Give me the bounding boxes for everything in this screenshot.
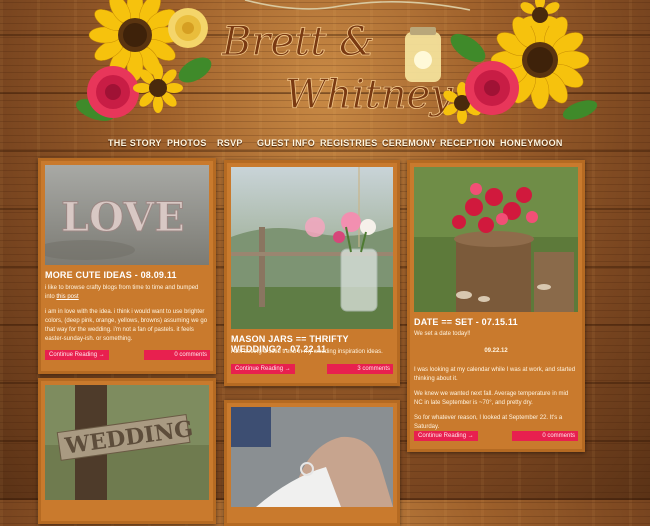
site-title-line1: Brett & [221, 19, 375, 65]
comments-button[interactable]: 0 comments [512, 431, 578, 441]
pink-rose-right-icon [465, 61, 519, 115]
nav-guest-info[interactable]: GUEST INFO [257, 138, 315, 148]
comments-button[interactable]: 0 comments [144, 350, 210, 360]
post-photo[interactable] [231, 407, 393, 507]
post-link[interactable]: this post [56, 294, 78, 300]
nav-photos[interactable]: PHOTOS [167, 138, 207, 148]
sunflower-small-icon [133, 63, 183, 113]
post-body: We set a date today!! 09.22.12 I was loo… [414, 330, 578, 438]
post-title[interactable]: MORE CUTE IDEAS - 08.09.11 [45, 270, 177, 280]
post-card [224, 400, 400, 526]
post-card: DATE == SET - 07.15.11 We set a date tod… [407, 160, 585, 452]
continue-reading-button[interactable]: Continue Reading → [45, 350, 109, 360]
post-card: WEDDING [38, 378, 216, 524]
nav-honeymoon[interactable]: HONEYMOON [500, 138, 563, 148]
main-nav: THE STORY PHOTOS RSVP GUEST INFO REGISTR… [0, 138, 650, 152]
love-letters: LOVE [61, 194, 185, 241]
nav-registries[interactable]: REGISTRIES [320, 138, 378, 148]
post-photo[interactable]: LOVE [45, 165, 209, 265]
post-body: i am seeing a solid trend in my wedding … [231, 349, 383, 355]
yellow-rose-icon [168, 8, 208, 48]
post-photo[interactable]: WEDDING [45, 385, 209, 500]
header-artwork: Brett & Whitney [75, 0, 598, 124]
sunflower-right-icon [443, 0, 590, 124]
nav-the-story[interactable]: THE STORY [108, 138, 162, 148]
site-header: Brett & Whitney [0, 0, 650, 130]
post-photo[interactable] [414, 167, 578, 312]
nav-ceremony[interactable]: CEREMONY [382, 138, 436, 148]
pink-rose-icon [87, 66, 139, 118]
post-card: LOVE MORE CUTE IDEAS - 08.09.11 i like t… [38, 158, 216, 374]
post-photo[interactable] [231, 167, 393, 329]
comments-button[interactable]: 3 comments [327, 364, 393, 374]
continue-reading-button[interactable]: Continue Reading → [231, 364, 295, 374]
continue-reading-button[interactable]: Continue Reading → [414, 431, 478, 441]
nav-reception[interactable]: RECEPTION [440, 138, 495, 148]
post-title[interactable]: DATE == SET - 07.15.11 [414, 317, 518, 327]
mason-jar-icon [405, 27, 441, 82]
post-body: i like to browse crafty blogs from time … [45, 285, 208, 342]
post-card: MASON JARS == THRIFTY WEDDING? - 07.22.1… [224, 160, 400, 386]
wedding-date: 09.22.12 [484, 348, 508, 354]
nav-rsvp[interactable]: RSVP [217, 138, 243, 148]
